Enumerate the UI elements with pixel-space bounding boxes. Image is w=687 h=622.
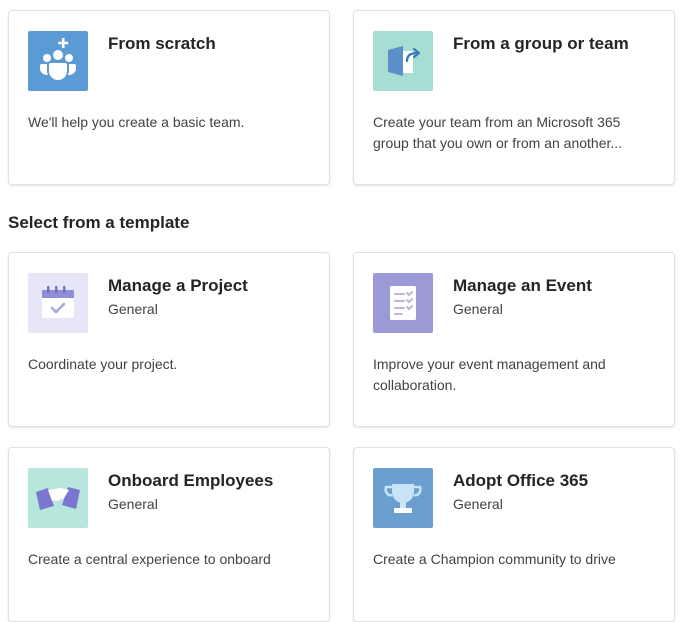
card-title: Manage an Event [453, 276, 592, 295]
template-card-onboard-employees[interactable]: Onboard Employees General Create a centr… [8, 447, 330, 622]
card-description: We'll help you create a basic team. [28, 114, 245, 130]
template-card-manage-project[interactable]: Manage a Project General Coordinate your… [8, 252, 330, 427]
card-description: Coordinate your project. [28, 356, 178, 372]
card-title: From scratch [108, 34, 216, 53]
group-arrow-icon [373, 31, 433, 91]
card-title: Manage a Project [108, 276, 248, 295]
section-heading: Select from a template [8, 213, 190, 232]
trophy-icon [373, 468, 433, 528]
card-description: Create a central experience to onboard [28, 551, 271, 567]
card-description: Create a Champion community to drive [373, 551, 616, 567]
template-card-adopt-office-365[interactable]: Adopt Office 365 General Create a Champi… [353, 447, 675, 622]
card-subtitle: General [108, 496, 158, 512]
card-subtitle: General [108, 301, 158, 317]
card-title: Onboard Employees [108, 471, 274, 490]
card-description: Improve your event management and collab… [373, 356, 606, 393]
card-title: Adopt Office 365 [453, 471, 589, 490]
card-subtitle: General [453, 496, 503, 512]
card-subtitle: General [453, 301, 503, 317]
calendar-check-icon [28, 273, 88, 333]
template-card-manage-event[interactable]: Manage an Event General Improve your eve… [353, 252, 675, 427]
handshake-icon [28, 468, 88, 528]
card-title: From a group or team [453, 34, 629, 53]
people-add-icon [28, 31, 88, 91]
card-from-scratch[interactable]: From scratch We'll help you create a bas… [8, 10, 330, 185]
clipboard-checklist-icon [373, 273, 433, 333]
card-from-group-or-team[interactable]: From a group or team Create your team fr… [353, 10, 675, 185]
card-description: Create your team from an Microsoft 365 g… [373, 114, 623, 151]
